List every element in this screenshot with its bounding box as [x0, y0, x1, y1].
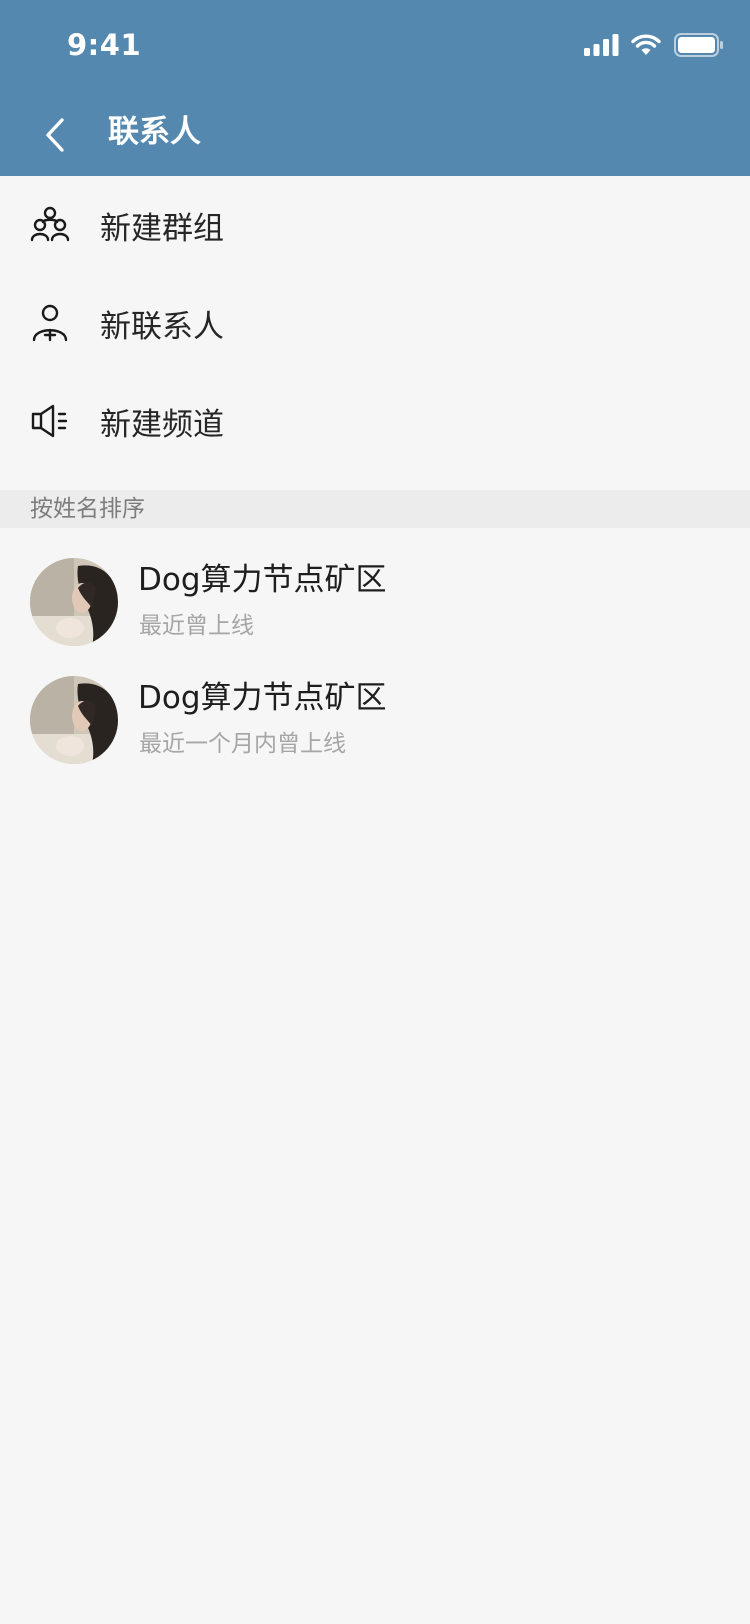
avatar [30, 676, 118, 764]
action-list: 新建群组 新联系人 新建频道 [0, 176, 750, 470]
group-icon [30, 205, 70, 245]
new-channel-label: 新建频道 [100, 406, 224, 443]
wifi-icon [631, 34, 661, 55]
sort-by-name-label: 按姓名排序 [30, 496, 145, 522]
new-channel-button[interactable]: 新建频道 [0, 372, 750, 470]
app-header: 9:41 联系人 [0, 0, 750, 176]
new-group-label: 新建群组 [100, 210, 224, 247]
avatar [30, 558, 118, 646]
back-arrow-icon [46, 118, 64, 152]
contact-name: Dog算力节点矿区 [138, 680, 387, 716]
contact-name: Dog算力节点矿区 [138, 562, 387, 598]
contact-status: 最近一个月内曾上线 [139, 731, 346, 757]
contact-row[interactable]: Dog算力节点矿区 最近一个月内曾上线 [0, 674, 750, 792]
megaphone-icon [30, 401, 70, 441]
new-group-button[interactable]: 新建群组 [0, 176, 750, 274]
page-title: 联系人 [108, 114, 201, 150]
contact-row[interactable]: Dog算力节点矿区 最近曾上线 [0, 556, 750, 674]
section-header: 按姓名排序 [0, 490, 750, 528]
back-button[interactable] [30, 110, 80, 160]
contact-status: 最近曾上线 [139, 613, 254, 639]
add-contact-icon [30, 303, 70, 343]
new-contact-label: 新联系人 [100, 308, 224, 345]
status-time: 9:41 [67, 28, 142, 62]
new-contact-button[interactable]: 新联系人 [0, 274, 750, 372]
battery-icon [674, 33, 723, 57]
signal-icon [584, 34, 619, 56]
contact-list: Dog算力节点矿区 最近曾上线 Dog算力节点矿区 最近一个月内曾上线 [0, 556, 750, 792]
status-icons [584, 32, 724, 58]
